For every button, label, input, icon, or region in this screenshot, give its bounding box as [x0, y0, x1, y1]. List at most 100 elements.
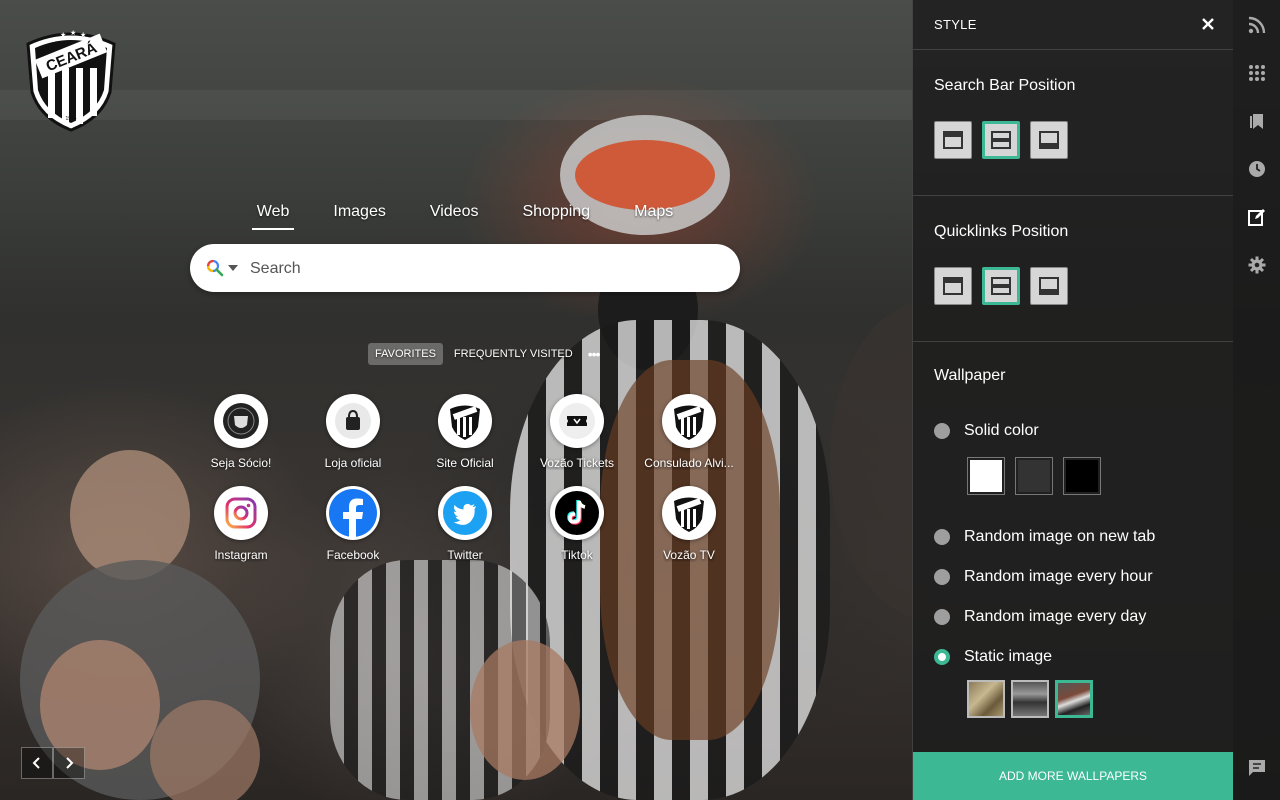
quicklink-label: Loja oficial: [324, 456, 382, 470]
wallpaper-option-random-hour[interactable]: Random image every hour: [934, 568, 1153, 586]
option-label: Solid color: [964, 422, 1039, 439]
ceara-logo[interactable]: CEARÁ ★ ★ ★ ★ 1914: [22, 22, 120, 132]
radio-button[interactable]: [934, 529, 950, 545]
svg-text:★: ★: [80, 31, 86, 39]
quicklink-label: Seja Sócio!: [210, 456, 272, 470]
quicklink-vozao-tickets[interactable]: Vozão Tickets: [521, 394, 633, 470]
layout-bottom-icon: [1039, 277, 1059, 295]
position-middle-button[interactable]: [982, 267, 1020, 305]
solid-color-swatches: [967, 457, 1101, 495]
settings-gear-icon[interactable]: [1247, 255, 1267, 275]
radio-button[interactable]: [934, 423, 950, 439]
quicklink-label: Facebook: [326, 548, 380, 562]
panel-title: STYLE: [934, 17, 977, 32]
search-engine-selector[interactable]: [206, 259, 242, 277]
svg-text:★: ★: [60, 31, 66, 39]
close-panel-button[interactable]: [1199, 15, 1217, 33]
quicklink-label: Twitter: [447, 548, 483, 562]
radio-button[interactable]: [934, 569, 950, 585]
quicklink-site-oficial[interactable]: Site Oficial: [409, 394, 521, 470]
twitter-icon: [438, 486, 492, 540]
instagram-icon: [214, 486, 268, 540]
right-sidebar: [1233, 0, 1280, 800]
quicklink-label: Site Oficial: [436, 456, 494, 470]
history-clock-icon[interactable]: [1247, 159, 1267, 179]
quicklink-label: Vozão Tickets: [539, 456, 615, 470]
wallpaper-navigation: [21, 747, 85, 779]
style-edit-icon[interactable]: [1247, 207, 1267, 227]
layout-middle-icon: [991, 131, 1011, 149]
position-middle-button[interactable]: [982, 121, 1020, 159]
quicklink-label: Tiktok: [561, 548, 593, 562]
search-bar-position-options: [934, 121, 1068, 159]
apps-grid-icon[interactable]: [1247, 63, 1267, 83]
quicklinks-tabs: FAVORITES FREQUENTLY VISITED •••: [368, 342, 603, 366]
quicklinks-grid: Seja Sócio! Loja oficial Site Oficial Vo…: [185, 394, 745, 562]
wallpaper-thumbnail-selected[interactable]: [1055, 680, 1093, 718]
chevron-down-icon: [228, 265, 238, 271]
option-label: Static image: [964, 648, 1053, 665]
tab-favorites[interactable]: FAVORITES: [368, 343, 443, 365]
quicklink-consulado[interactable]: Consulado Alvi...: [633, 394, 745, 470]
tab-frequently-visited[interactable]: FREQUENTLY VISITED: [447, 343, 580, 365]
more-options-icon[interactable]: •••: [584, 346, 604, 362]
svg-text:1914: 1914: [65, 116, 76, 122]
tab-videos[interactable]: Videos: [430, 200, 479, 232]
quicklink-loja-oficial[interactable]: Loja oficial: [297, 394, 409, 470]
quicklinks-position-options: [934, 267, 1068, 305]
chevron-right-icon: [66, 757, 74, 769]
close-icon: [1202, 18, 1214, 30]
quicklink-label: Vozão TV: [663, 548, 715, 562]
radio-button[interactable]: [934, 649, 950, 665]
quicklink-vozao-tv[interactable]: Vozão TV: [633, 486, 745, 562]
tab-maps[interactable]: Maps: [634, 200, 673, 232]
ceara-crest-icon: [662, 486, 716, 540]
wallpaper-option-random-day[interactable]: Random image every day: [934, 608, 1146, 626]
tab-web[interactable]: Web: [251, 200, 294, 232]
ticket-icon: [550, 394, 604, 448]
wallpaper-option-random-new-tab[interactable]: Random image on new tab: [934, 528, 1155, 546]
previous-wallpaper-button[interactable]: [21, 747, 53, 779]
quicklink-label: Instagram: [214, 548, 268, 562]
search-input[interactable]: [248, 254, 722, 284]
quicklink-twitter[interactable]: Twitter: [409, 486, 521, 562]
tab-images[interactable]: Images: [333, 200, 385, 232]
search-type-tabs: Web Images Videos Shopping Maps: [190, 200, 740, 232]
svg-text:★: ★: [70, 29, 76, 37]
position-top-button[interactable]: [934, 267, 972, 305]
quicklink-label: Consulado Alvi...: [644, 456, 734, 470]
layout-bottom-icon: [1039, 131, 1059, 149]
quicklink-tiktok[interactable]: Tiktok: [521, 486, 633, 562]
bookmark-icon[interactable]: [1247, 111, 1267, 131]
quicklinks-position-section: Quicklinks Position: [913, 196, 1233, 342]
swatch-white[interactable]: [967, 457, 1005, 495]
quicklink-instagram[interactable]: Instagram: [185, 486, 297, 562]
shopping-bag-icon: [326, 394, 380, 448]
position-bottom-button[interactable]: [1030, 267, 1068, 305]
section-heading: Quicklinks Position: [934, 223, 1069, 240]
wallpaper-option-static-image[interactable]: Static image: [934, 648, 1052, 666]
panel-header: STYLE: [913, 0, 1233, 50]
layout-top-icon: [943, 131, 963, 149]
rss-icon[interactable]: [1247, 15, 1267, 35]
search-bar-position-section: Search Bar Position: [913, 50, 1233, 196]
wallpaper-option-solid-color[interactable]: Solid color: [934, 422, 1039, 440]
radio-button[interactable]: [934, 609, 950, 625]
swatch-black[interactable]: [1063, 457, 1101, 495]
next-wallpaper-button[interactable]: [53, 747, 85, 779]
wallpaper-thumbnail[interactable]: [967, 680, 1005, 718]
position-top-button[interactable]: [934, 121, 972, 159]
swatch-dark-gray[interactable]: [1015, 457, 1053, 495]
wallpaper-heading: Wallpaper: [934, 367, 1006, 384]
wallpaper-thumbnail[interactable]: [1011, 680, 1049, 718]
seja-socio-icon: [214, 394, 268, 448]
feedback-icon[interactable]: [1247, 758, 1267, 778]
quicklink-seja-socio[interactable]: Seja Sócio!: [185, 394, 297, 470]
chevron-left-icon: [32, 757, 40, 769]
add-more-wallpapers-button[interactable]: ADD MORE WALLPAPERS: [913, 752, 1233, 800]
option-label: Random image every day: [964, 608, 1147, 625]
tab-shopping[interactable]: Shopping: [522, 200, 590, 232]
layout-middle-icon: [991, 277, 1011, 295]
quicklink-facebook[interactable]: Facebook: [297, 486, 409, 562]
position-bottom-button[interactable]: [1030, 121, 1068, 159]
